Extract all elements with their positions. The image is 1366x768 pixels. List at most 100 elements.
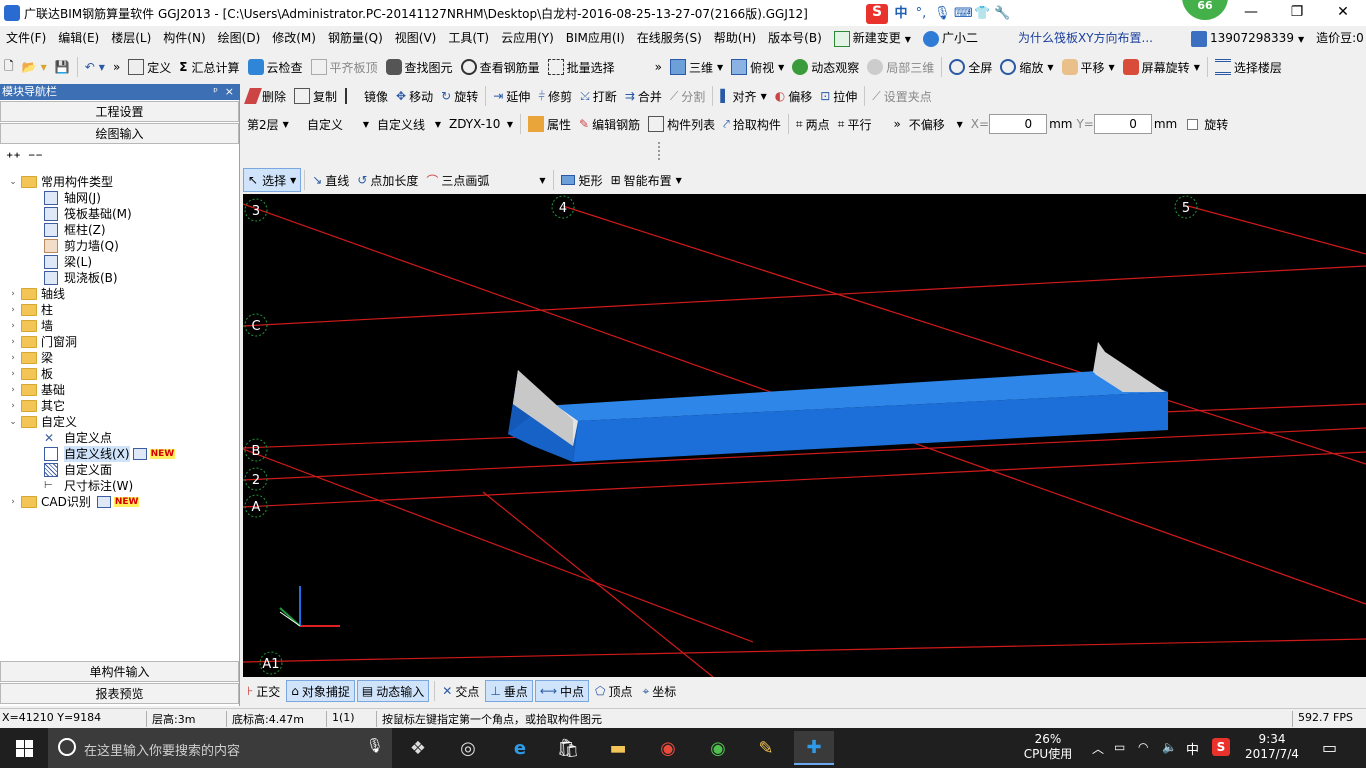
level-badge[interactable]: 66 bbox=[1182, 0, 1228, 20]
arc3-button[interactable]: ⌒ 三点画弧 ▼ bbox=[422, 168, 549, 192]
menu-version[interactable]: 版本号(B) bbox=[762, 26, 828, 50]
collapse-all-icon[interactable]: ⁻⁻ bbox=[28, 150, 43, 166]
menu-view[interactable]: 视图(V) bbox=[389, 26, 443, 50]
menu-draw[interactable]: 绘图(D) bbox=[212, 26, 267, 50]
local-3d-button[interactable]: 局部三维 bbox=[863, 55, 938, 79]
assistant-button[interactable]: 广小二 bbox=[917, 26, 984, 50]
project-settings-button[interactable]: 工程设置 bbox=[0, 101, 239, 122]
zoom-button[interactable]: 缩放 ▼ bbox=[996, 55, 1057, 79]
type-select[interactable]: 自定义 ▼ bbox=[303, 114, 373, 134]
coord-button[interactable]: ⌖ 坐标 bbox=[638, 680, 680, 702]
align-top-button[interactable]: 平齐板顶 bbox=[307, 55, 382, 79]
minimize-button[interactable]: — bbox=[1228, 0, 1274, 26]
file-explorer-icon[interactable]: ▬ bbox=[598, 734, 638, 762]
view-rebar-button[interactable]: 查看钢筋量 bbox=[457, 55, 544, 79]
toolbar-grip[interactable] bbox=[658, 142, 660, 160]
new-change-button[interactable]: 新建变更 ▼ bbox=[828, 26, 917, 50]
subtype-select[interactable]: 自定义线 ▼ bbox=[373, 114, 445, 134]
report-preview-button[interactable]: 报表预览 bbox=[0, 683, 239, 704]
smart-layout-button[interactable]: ⊞ 智能布置 ▼ bbox=[607, 168, 686, 192]
pin-icon[interactable]: ᵖ bbox=[213, 84, 218, 100]
new-file-icon[interactable]: 🗋 bbox=[0, 55, 18, 79]
browser-icon[interactable]: ◎ bbox=[448, 734, 488, 762]
notification-icon[interactable]: ▭ bbox=[1322, 738, 1337, 757]
break-button[interactable]: ⤩ 打断 bbox=[576, 84, 621, 108]
sogou-icon[interactable]: S bbox=[866, 4, 888, 24]
mic-icon[interactable]: 🎙 bbox=[934, 7, 951, 21]
split-button[interactable]: ⟋ 分割 bbox=[666, 84, 709, 108]
wrench-icon[interactable]: 🔧 bbox=[994, 7, 1010, 21]
expand-icon[interactable]: › bbox=[8, 286, 18, 302]
user-icon[interactable]: 👕 bbox=[974, 7, 990, 21]
drawing-canvas[interactable]: 3 4 5 C B 2 A A1 bbox=[243, 194, 1366, 677]
osnap-button[interactable]: ⌂ 对象捕捉 bbox=[286, 680, 355, 702]
expand-icon[interactable]: › bbox=[8, 334, 18, 350]
notes-app-icon[interactable]: ✎ bbox=[746, 734, 786, 762]
sogou-tray-icon[interactable]: S bbox=[1212, 738, 1230, 756]
expand-icon[interactable]: › bbox=[8, 366, 18, 382]
set-grip-button[interactable]: ⟋ 设置夹点 bbox=[868, 84, 935, 108]
expand-icon[interactable]: › bbox=[8, 318, 18, 334]
draw-input-button[interactable]: 绘图输入 bbox=[0, 123, 239, 144]
tree-item-dimension[interactable]: ⊢ 尺寸标注(W) bbox=[44, 478, 133, 494]
edge-icon[interactable]: e bbox=[500, 734, 540, 762]
perp-button[interactable]: ⊥ 垂点 bbox=[485, 680, 533, 702]
line-tool-button[interactable]: ↘ 直线 bbox=[308, 168, 353, 192]
top-view-button[interactable]: 俯视 ▼ bbox=[727, 55, 788, 79]
undo-icon[interactable]: ↶ ▼ bbox=[81, 55, 109, 79]
ime-lang[interactable]: 中 bbox=[894, 7, 908, 21]
tree-folder-foundation[interactable]: › 基础 bbox=[8, 382, 65, 398]
save-icon[interactable]: 💾 bbox=[51, 55, 74, 79]
menu-bim[interactable]: BIM应用(I) bbox=[560, 26, 631, 50]
copy-button[interactable]: 复制 bbox=[290, 84, 341, 108]
taskbar-search[interactable]: 在这里输入你要搜索的内容 🎙 bbox=[48, 728, 392, 768]
parallel-button[interactable]: ⌗ 平行 bbox=[834, 112, 876, 136]
tree-folder-beam[interactable]: › 梁 bbox=[8, 350, 53, 366]
expand-icon[interactable]: › bbox=[8, 302, 18, 318]
align-button[interactable]: ▌ 对齐 ▼ bbox=[716, 84, 770, 108]
task-view-icon[interactable]: ❖ bbox=[398, 734, 438, 762]
x-input[interactable]: 0 bbox=[989, 114, 1048, 134]
menu-edit[interactable]: 编辑(E) bbox=[52, 26, 105, 50]
panel-close-icon[interactable]: × bbox=[225, 84, 234, 100]
tree-folder-openings[interactable]: › 门窗洞 bbox=[8, 334, 77, 350]
question-link[interactable]: 为什么筏板XY方向布置... bbox=[1012, 26, 1159, 50]
expand-icon[interactable]: › bbox=[8, 398, 18, 414]
wifi-icon[interactable]: ◠ bbox=[1138, 740, 1148, 754]
tree-item-custom-face[interactable]: 自定义面 bbox=[44, 462, 112, 478]
clock[interactable]: 9:34 2017/7/4 bbox=[1240, 732, 1304, 762]
tree-folder-wall[interactable]: › 墙 bbox=[8, 318, 53, 334]
tree-item-beam[interactable]: 梁(L) bbox=[44, 254, 92, 270]
dyn-view-button[interactable]: 动态观察 bbox=[788, 55, 863, 79]
menu-floor[interactable]: 楼层(L) bbox=[105, 26, 157, 50]
single-input-button[interactable]: 单构件输入 bbox=[0, 661, 239, 682]
tray-device-icon[interactable]: ▭ bbox=[1114, 740, 1125, 754]
tree-folder-axis[interactable]: › 轴线 bbox=[8, 286, 65, 302]
y-input[interactable]: 0 bbox=[1093, 114, 1152, 134]
select-floor-button[interactable]: 选择楼层 bbox=[1211, 55, 1286, 79]
custom-line-component[interactable] bbox=[508, 342, 1168, 462]
rotate-screen-button[interactable]: 屏幕旋转 ▼ bbox=[1119, 55, 1204, 79]
edit-rebar-button[interactable]: ✎ 编辑钢筋 bbox=[575, 112, 644, 136]
menu-help[interactable]: 帮助(H) bbox=[708, 26, 762, 50]
dyn-input-button[interactable]: ▤ 动态输入 bbox=[356, 680, 430, 702]
mic-icon[interactable]: 🎙 bbox=[366, 738, 384, 754]
overflow-icon[interactable]: » bbox=[651, 55, 666, 79]
pick-button[interactable]: ⤤ 拾取构件 bbox=[719, 112, 785, 136]
collapse-icon[interactable]: ⌄ bbox=[8, 174, 18, 190]
comp-list-button[interactable]: 构件列表 bbox=[644, 112, 719, 136]
expand-icon[interactable]: › bbox=[8, 494, 18, 510]
expand-icon[interactable]: › bbox=[8, 350, 18, 366]
fullscreen-button[interactable]: 全屏 bbox=[945, 55, 996, 79]
keyboard-icon[interactable]: ⌨ bbox=[954, 7, 973, 21]
open-file-icon[interactable]: 📂 ▼ bbox=[18, 55, 51, 79]
tree-item-raft[interactable]: 筏板基础(M) bbox=[44, 206, 132, 222]
menu-file[interactable]: 文件(F) bbox=[0, 26, 52, 50]
menu-cloud[interactable]: 云应用(Y) bbox=[495, 26, 560, 50]
tree-item-column[interactable]: 框柱(Z) bbox=[44, 222, 106, 238]
green-app-icon[interactable]: ◉ bbox=[698, 734, 738, 762]
two-point-button[interactable]: ⌗ 两点 bbox=[792, 112, 834, 136]
name-select[interactable]: ZDYX-10 ▼ bbox=[445, 114, 517, 134]
rect-tool-button[interactable]: 矩形 bbox=[557, 168, 607, 192]
ggj-app-icon[interactable]: ✚ bbox=[794, 731, 834, 765]
